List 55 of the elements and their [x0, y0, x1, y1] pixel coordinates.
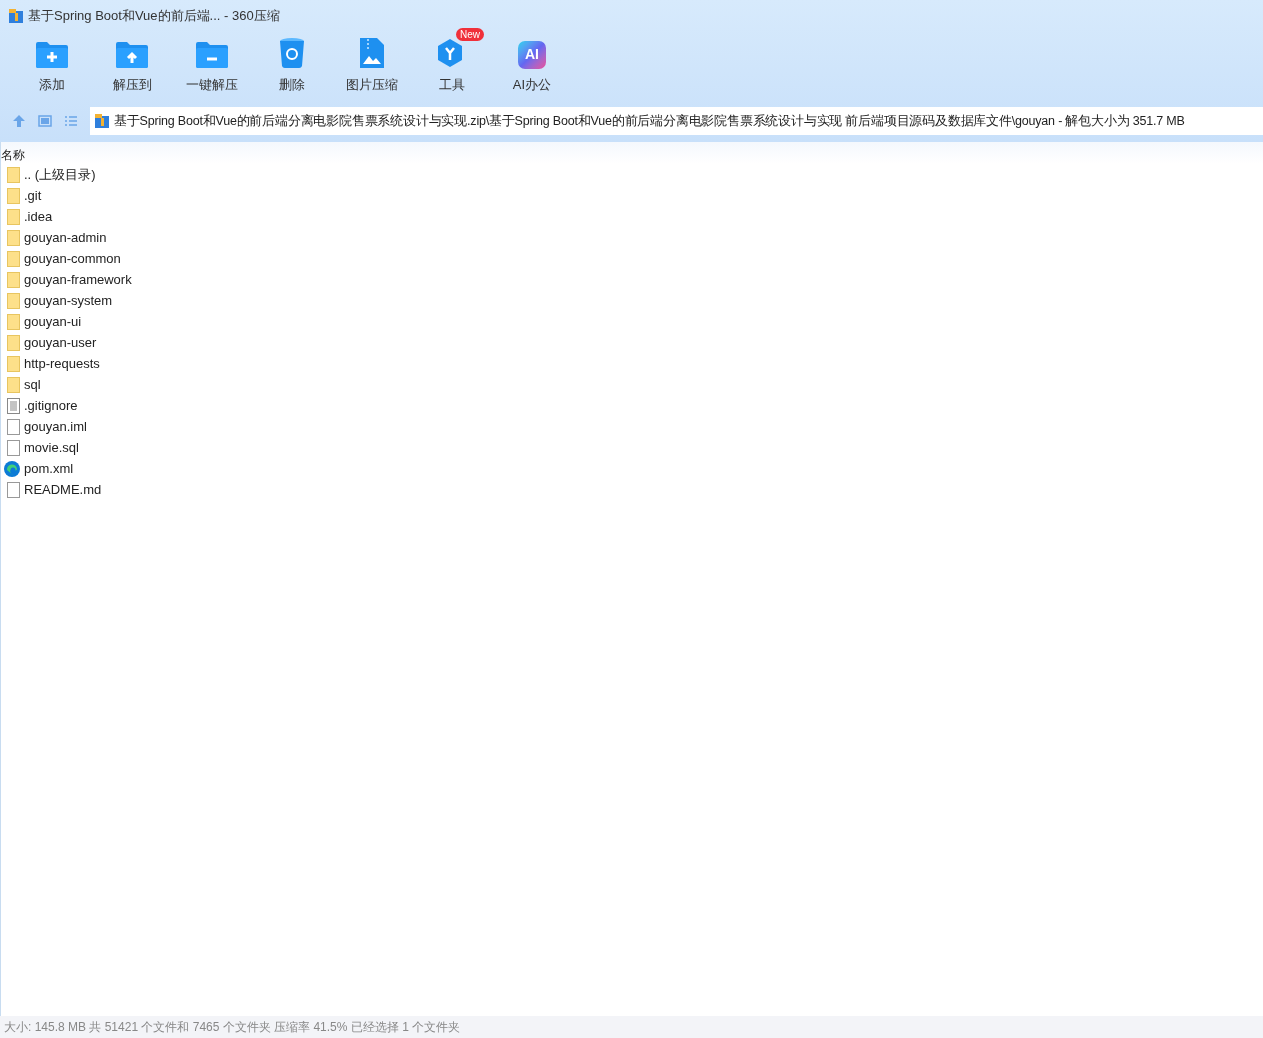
file-row[interactable]: sql [7, 374, 1263, 395]
toolbar-button[interactable]: AI AI办公 [492, 32, 572, 96]
folder-icon [7, 292, 20, 309]
folder-icon [7, 166, 20, 183]
file-icon [7, 418, 20, 435]
file-row[interactable]: pom.xml [7, 458, 1263, 479]
folder-icon [7, 229, 20, 246]
file-icon [7, 439, 20, 456]
file-row[interactable]: .. (上级目录) [7, 164, 1263, 185]
folder-icon [7, 355, 20, 372]
panel-view-icon[interactable] [38, 114, 52, 128]
file-row[interactable]: .idea [7, 206, 1263, 227]
archive-icon [8, 8, 24, 24]
folder-icon [7, 250, 20, 267]
image-file-icon [359, 36, 385, 69]
toolbar-button[interactable]: 解压到 [92, 32, 172, 96]
file-row[interactable]: gouyan-admin [7, 227, 1263, 248]
file-row[interactable]: .gitignore [7, 395, 1263, 416]
path-text: 基于Spring Boot和Vue的前后端分离电影院售票系统设计与实现.zip\基于Spring Boot和Vue的前后端分离电影院售票系统设计与实现 前后端项目源码及数据库文件\gouyan - 解包大小为 351.7 MB [114, 112, 1185, 130]
file-row[interactable]: gouyan-ui [7, 311, 1263, 332]
toolbar-button[interactable]: 一键解压 [172, 32, 252, 96]
file-row[interactable]: gouyan-common [7, 248, 1263, 269]
folder-icon [7, 313, 20, 330]
file-row[interactable]: http-requests [7, 353, 1263, 374]
archive-icon [94, 113, 110, 129]
file-row[interactable]: README.md [7, 479, 1263, 500]
up-arrow-icon[interactable] [12, 114, 26, 128]
list-view-icon[interactable] [64, 114, 78, 128]
file-row[interactable]: gouyan-framework [7, 269, 1263, 290]
folder-icon [7, 187, 20, 204]
file-row[interactable]: gouyan.iml [7, 416, 1263, 437]
text-file-icon [7, 397, 20, 414]
status-text: 大小: 145.8 MB 共 51421 个文件和 7465 个文件夹 压缩率 41.5% 已经选择 1 个文件夹 [4, 1019, 461, 1036]
folder-arrow-icon [115, 40, 149, 69]
new-badge: New [456, 28, 484, 41]
file-row[interactable]: gouyan-system [7, 290, 1263, 311]
file-row[interactable]: gouyan-user [7, 332, 1263, 353]
folder-icon [7, 208, 20, 225]
address-bar[interactable]: 基于Spring Boot和Vue的前后端分离电影院售票系统设计与实现.zip\基于Spring Boot和Vue的前后端分离电影院售票系统设计与实现 前后端项目源码及数据库文件\gouyan - 解包大小为 351.7 MB [90, 107, 1263, 135]
browser-logo-icon [4, 460, 20, 477]
toolbar-button[interactable]: 删除 [252, 32, 332, 96]
folder-icon [7, 334, 20, 351]
window-title: 基于Spring Boot和Vue的前后端... - 360压缩 [28, 7, 280, 26]
file-row[interactable]: movie.sql [7, 437, 1263, 458]
file-icon [7, 481, 20, 498]
folder-icon [7, 376, 20, 393]
folder-icon [7, 271, 20, 288]
folder-minus-icon [195, 40, 229, 69]
file-row[interactable]: .git [7, 185, 1263, 206]
toolbar-button[interactable]: 添加 [12, 32, 92, 96]
ai-app-icon: AI [518, 40, 546, 69]
folder-plus-icon [35, 40, 69, 69]
column-header[interactable]: 名称 [1, 146, 25, 164]
trash-bin-icon [279, 36, 305, 69]
toolbar-button[interactable]: 图片压缩 [332, 32, 412, 96]
